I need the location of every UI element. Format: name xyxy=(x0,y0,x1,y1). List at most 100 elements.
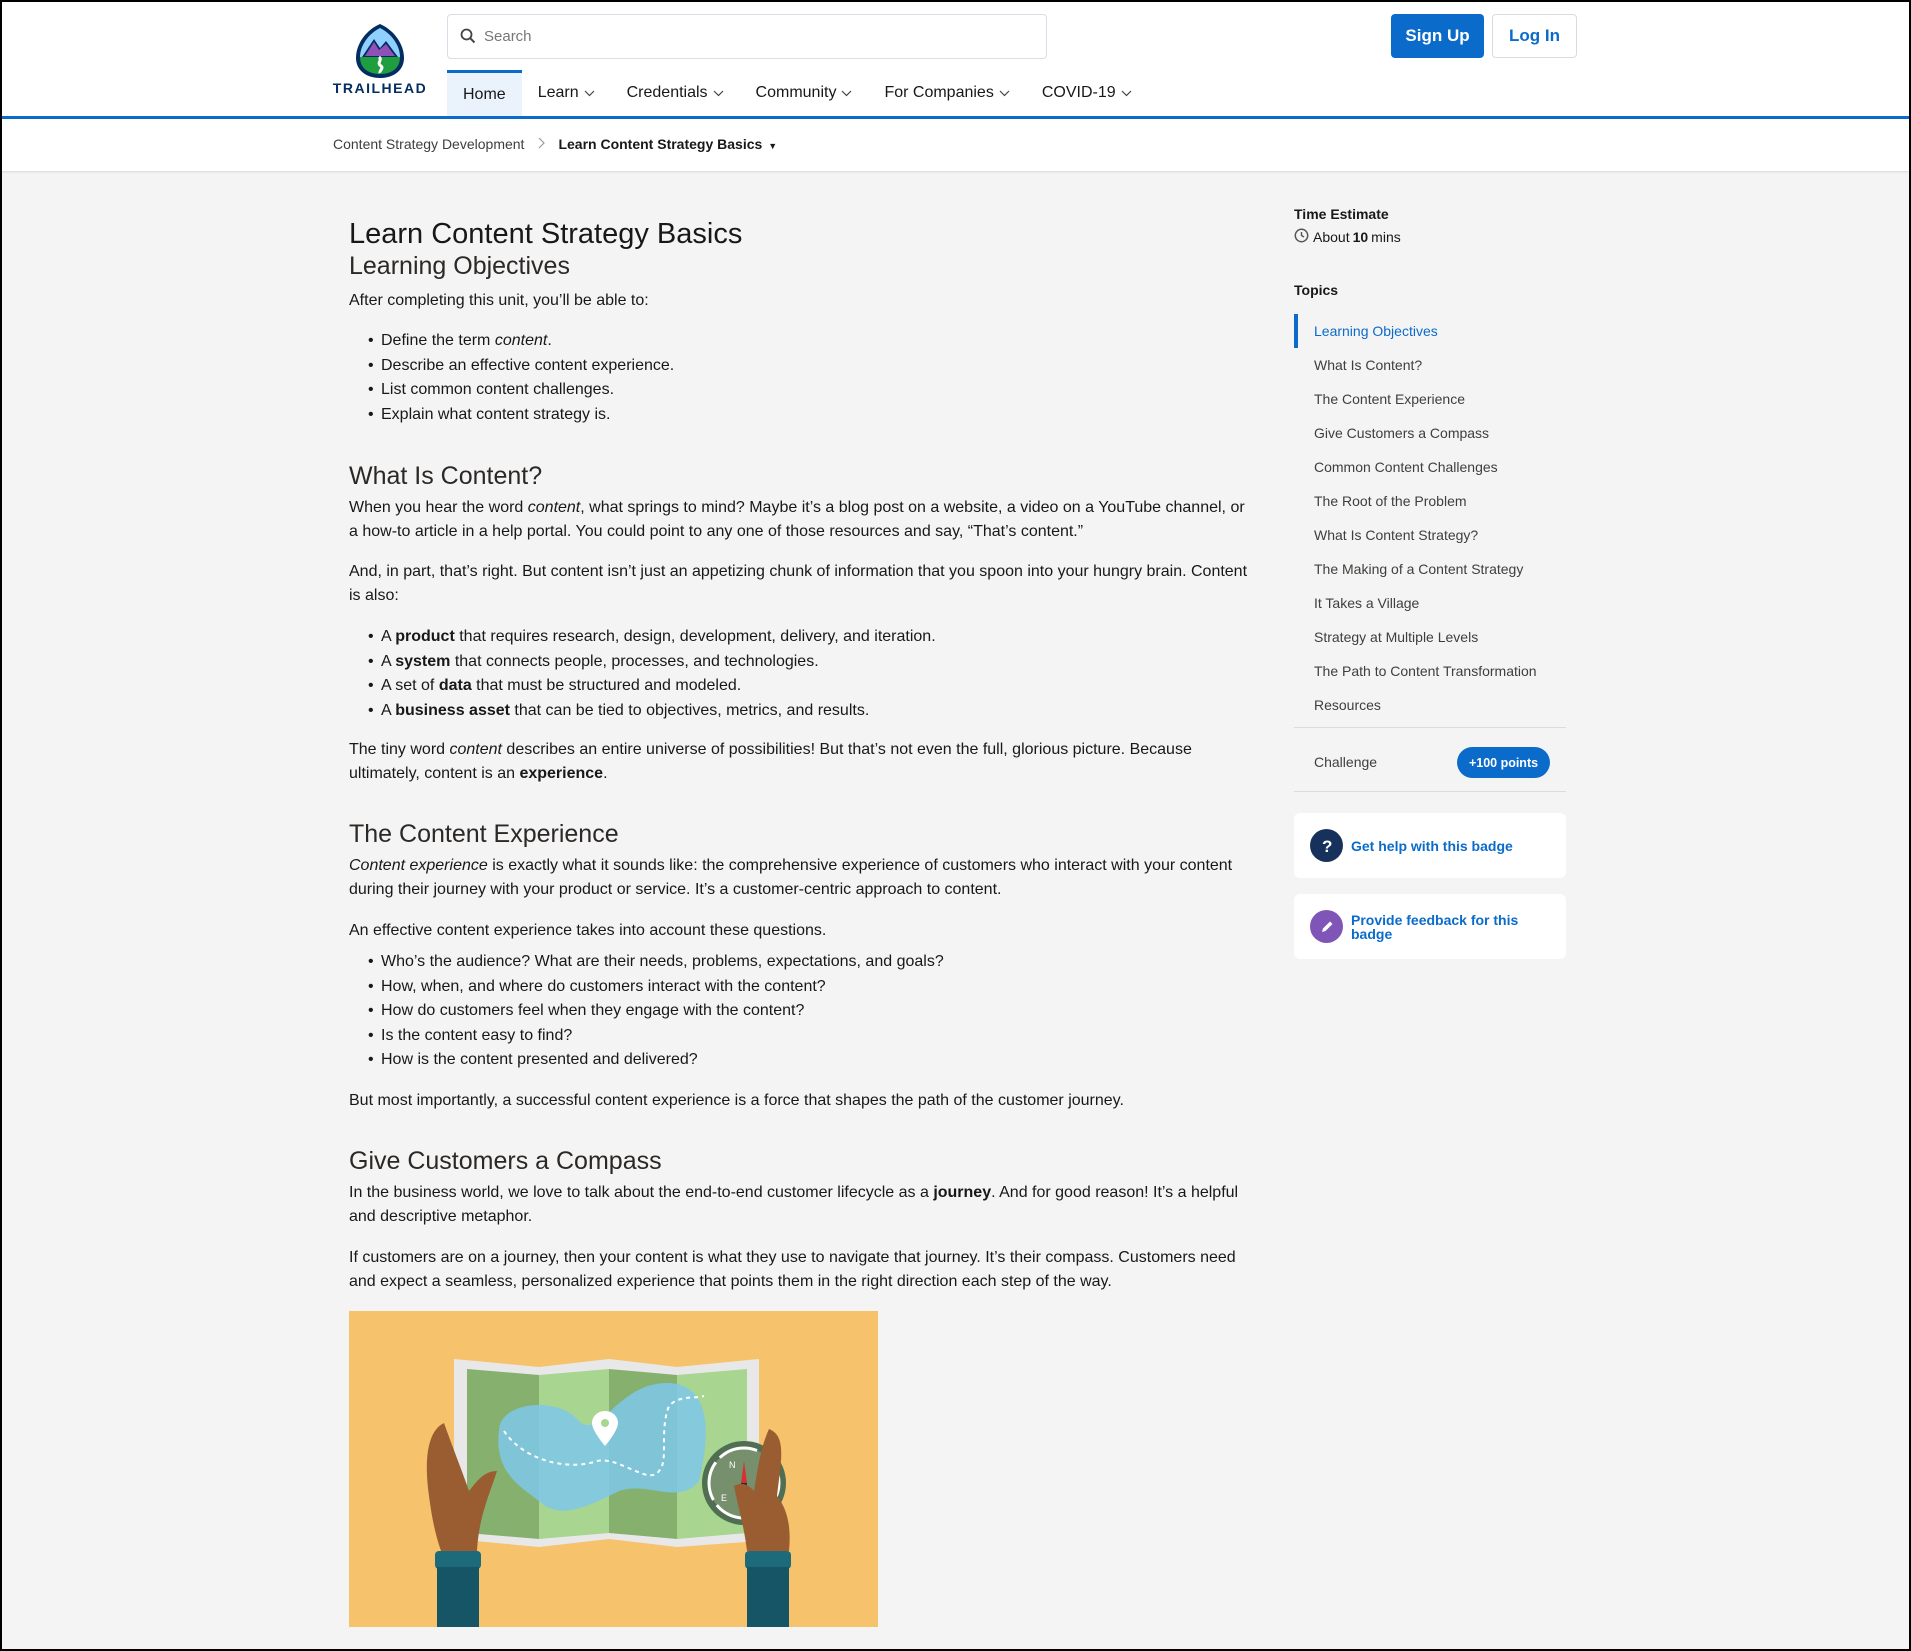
topic-what-is-content-strategy[interactable]: What Is Content Strategy? xyxy=(1294,518,1566,552)
paragraph: The tiny word content describes an entir… xyxy=(349,741,1192,782)
section-heading-give-customers-a-compass: Give Customers a Compass xyxy=(349,1147,662,1175)
paragraph: An effective content experience takes in… xyxy=(349,922,827,939)
topic-it-takes-a-village[interactable]: It Takes a Village xyxy=(1294,586,1566,620)
compass-north-label: N xyxy=(729,1460,736,1470)
content-is-list: A product that requires research, design… xyxy=(349,625,1249,723)
get-help-card[interactable]: ? Get help with this badge xyxy=(1294,813,1566,878)
time-prefix: About xyxy=(1313,229,1350,245)
list-item: A business asset that can be tied to obj… xyxy=(368,699,1249,724)
trailhead-mountain-icon xyxy=(356,24,404,78)
chevron-down-icon xyxy=(1121,84,1132,102)
topics-label: Topics xyxy=(1294,282,1339,298)
time-estimate: About 10 mins xyxy=(1294,228,1566,246)
time-estimate-label: Time Estimate xyxy=(1294,206,1389,222)
nav-home-label: Home xyxy=(463,85,506,103)
challenge-label: Challenge xyxy=(1314,754,1378,770)
objectives-list: Define the term content. Describe an eff… xyxy=(349,329,1249,427)
log-in-button[interactable]: Log In xyxy=(1492,14,1577,58)
topic-common-content-challenges[interactable]: Common Content Challenges xyxy=(1294,450,1566,484)
divider xyxy=(1294,727,1566,728)
list-item: Define the term content. xyxy=(368,329,1249,354)
time-suffix: mins xyxy=(1371,229,1401,245)
topic-strategy-at-multiple-levels[interactable]: Strategy at Multiple Levels xyxy=(1294,620,1566,654)
unit-title: Learn Content Strategy Basics xyxy=(349,218,743,250)
nav-home[interactable]: Home xyxy=(447,70,522,116)
nav-covid-19[interactable]: COVID-19 xyxy=(1026,70,1148,116)
clock-icon xyxy=(1294,228,1309,246)
questions-list: Who’s the audience? What are their needs… xyxy=(349,950,1249,1073)
caret-down-icon: ▼ xyxy=(768,141,778,151)
topic-path-to-content-transformation[interactable]: The Path to Content Transformation xyxy=(1294,654,1566,688)
challenge-row[interactable]: Challenge +100 points xyxy=(1294,747,1566,779)
list-item: How is the content presented and deliver… xyxy=(368,1048,1249,1073)
topic-give-customers-a-compass[interactable]: Give Customers a Compass xyxy=(1294,416,1566,450)
divider xyxy=(1294,791,1566,792)
nav-credentials[interactable]: Credentials xyxy=(611,70,740,116)
paragraph: If customers are on a journey, then your… xyxy=(349,1249,1236,1290)
nav-covid-19-label: COVID-19 xyxy=(1041,84,1116,101)
paragraph: But most importantly, a successful conte… xyxy=(349,1092,1124,1109)
topic-root-of-the-problem[interactable]: The Root of the Problem xyxy=(1294,484,1566,518)
nav-for-companies[interactable]: For Companies xyxy=(868,70,1025,116)
search-box[interactable] xyxy=(447,14,1047,59)
topic-making-of-a-content-strategy[interactable]: The Making of a Content Strategy xyxy=(1294,552,1566,586)
breadcrumb: Content Strategy Development Learn Conte… xyxy=(333,136,777,152)
map-illustration-graphic: N W E S xyxy=(349,1311,878,1627)
breadcrumb-current-label: Learn Content Strategy Basics xyxy=(558,136,763,152)
map-compass-illustration: N W E S xyxy=(349,1311,878,1627)
search-icon xyxy=(460,28,476,49)
list-item: A product that requires research, design… xyxy=(368,625,1249,650)
get-help-link[interactable]: Get help with this badge xyxy=(1351,839,1513,853)
list-item: How, when, and where do customers intera… xyxy=(368,975,1249,1000)
pencil-icon xyxy=(1310,910,1343,943)
list-item: Describe an effective content experience… xyxy=(368,354,1249,379)
section-heading-learning-objectives: Learning Objectives xyxy=(349,252,570,280)
topic-the-content-experience[interactable]: The Content Experience xyxy=(1294,382,1566,416)
chevron-right-icon xyxy=(538,137,546,152)
list-item: A system that connects people, processes… xyxy=(368,650,1249,675)
unit-sidebar: Time Estimate About 10 mins Topics Learn… xyxy=(1294,206,1566,959)
nav-community[interactable]: Community xyxy=(740,70,869,116)
chevron-down-icon xyxy=(999,84,1010,102)
svg-text:?: ? xyxy=(1322,837,1332,855)
paragraph: And, in part, that’s right. But content … xyxy=(349,563,1248,604)
list-item: Who’s the audience? What are their needs… xyxy=(368,950,1249,975)
nav-learn[interactable]: Learn xyxy=(522,70,611,116)
paragraph: In the business world, we love to talk a… xyxy=(349,1184,1239,1225)
list-item: List common content challenges. xyxy=(368,378,1249,403)
question-icon: ? xyxy=(1310,829,1343,862)
nav-learn-label: Learn xyxy=(537,84,579,101)
topic-learning-objectives[interactable]: Learning Objectives xyxy=(1294,314,1566,348)
list-item: Is the content easy to find? xyxy=(368,1024,1249,1049)
list-item: Explain what content strategy is. xyxy=(368,403,1249,428)
list-item: How do customers feel when they engage w… xyxy=(368,999,1249,1024)
logo-wordmark: TRAILHEAD xyxy=(332,80,428,96)
breadcrumb-parent-link[interactable]: Content Strategy Development xyxy=(333,136,524,152)
topics-list: Learning Objectives What Is Content? The… xyxy=(1294,314,1566,722)
breadcrumb-bar: Content Strategy Development Learn Conte… xyxy=(2,119,1909,172)
chevron-down-icon xyxy=(713,84,724,102)
topic-what-is-content[interactable]: What Is Content? xyxy=(1294,348,1566,382)
topic-resources[interactable]: Resources xyxy=(1294,688,1566,722)
chevron-down-icon xyxy=(584,84,595,102)
time-value: 10 xyxy=(1352,229,1369,245)
search-input[interactable] xyxy=(484,15,1034,58)
provide-feedback-link[interactable]: Provide feedback for this badge xyxy=(1351,913,1518,941)
trailhead-logo[interactable]: TRAILHEAD xyxy=(332,22,428,98)
site-header: TRAILHEAD Home Learn Credentials Communi… xyxy=(2,2,1909,119)
nav-credentials-label: Credentials xyxy=(626,84,708,101)
nav-community-label: Community xyxy=(755,84,837,101)
nav-for-companies-label: For Companies xyxy=(884,84,994,101)
section-heading-content-experience: The Content Experience xyxy=(349,820,619,848)
provide-feedback-card[interactable]: Provide feedback for this badge xyxy=(1294,894,1566,959)
sign-up-button[interactable]: Sign Up xyxy=(1391,14,1484,58)
breadcrumb-current-unit[interactable]: Learn Content Strategy Basics ▼ xyxy=(558,136,777,152)
section-heading-what-is-content: What Is Content? xyxy=(349,462,543,490)
main-nav: Home Learn Credentials Community For Com… xyxy=(447,70,1148,116)
points-badge: +100 points xyxy=(1457,747,1550,778)
objectives-intro: After completing this unit, you’ll be ab… xyxy=(349,292,649,309)
feedback-label-line2: badge xyxy=(1351,925,1393,942)
list-item: A set of data that must be structured an… xyxy=(368,674,1249,699)
chevron-down-icon xyxy=(841,84,852,102)
paragraph: Content experience is exactly what it so… xyxy=(349,857,1233,898)
